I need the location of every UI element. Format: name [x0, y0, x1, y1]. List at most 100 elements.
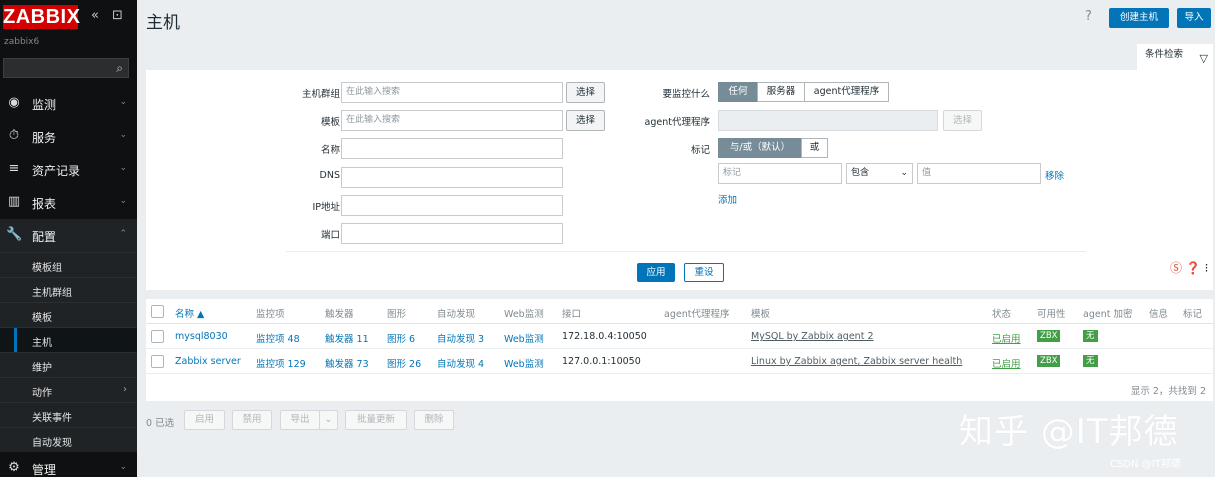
web-link[interactable]: Web监测: [504, 356, 544, 370]
kiosk-mode-icon[interactable]: ⊡: [112, 9, 123, 23]
import-button[interactable]: 导入: [1177, 8, 1211, 28]
tag-add-link[interactable]: 添加: [718, 192, 737, 206]
monitored-by-label: 要监控什么: [662, 89, 710, 100]
sub-item-label: 主机: [32, 338, 52, 349]
help-circle-icon[interactable]: ❓: [1186, 261, 1201, 275]
nav-inventory[interactable]: ≡ 资产记录 ⌄: [0, 153, 137, 186]
sub-item-templates[interactable]: 模板: [0, 302, 137, 327]
discovery-link[interactable]: 自动发现 3: [437, 331, 484, 345]
encryption-badge: 无: [1083, 330, 1098, 342]
status-link[interactable]: 已启用: [992, 356, 1021, 370]
sub-item-label: 自动发现: [32, 438, 72, 449]
select-all-checkbox[interactable]: [151, 305, 164, 318]
table-row: mysql8030 监控项 48 触发器 11 图形 6 自动发现 3 Web监…: [146, 324, 1213, 349]
sub-item-label: 动作: [32, 388, 52, 399]
col-proxy: agent代理程序: [664, 309, 730, 320]
wrench-icon: 🔧: [6, 227, 23, 242]
apply-button[interactable]: 应用: [637, 263, 675, 282]
sub-item-maintenance[interactable]: 维护: [0, 352, 137, 377]
sub-item-discovery[interactable]: 自动发现: [0, 427, 137, 452]
name-label: 名称: [320, 145, 340, 156]
col-web: Web监测: [504, 309, 544, 320]
web-link[interactable]: Web监测: [504, 331, 544, 345]
delete-button[interactable]: 删除: [414, 410, 454, 430]
host-groups-input[interactable]: 在此输入搜索: [341, 82, 563, 103]
col-name[interactable]: 名称 ▲: [175, 306, 204, 320]
templates-select-button[interactable]: 选择: [566, 110, 605, 131]
triggers-link[interactable]: 触发器 11: [325, 331, 369, 345]
export-dropdown-button[interactable]: ⌄: [319, 410, 338, 430]
monitored-by-proxy[interactable]: agent代理程序: [804, 82, 889, 102]
items-link[interactable]: 监控项 48: [256, 331, 300, 345]
sub-item-event-correlation[interactable]: 关联事件: [0, 402, 137, 427]
monitored-by-any[interactable]: 任何: [718, 82, 758, 102]
nav-reports[interactable]: ▥ 报表 ⌄: [0, 186, 137, 219]
row-checkbox[interactable]: [151, 330, 164, 343]
page-title: 主机: [146, 13, 180, 33]
chevron-down-icon: ⌄: [900, 168, 908, 178]
sub-item-label: 模板组: [32, 263, 62, 274]
enable-button[interactable]: 启用: [184, 410, 225, 430]
export-button[interactable]: 导出: [280, 410, 320, 430]
sidebar-search-input[interactable]: ⌕: [3, 58, 129, 78]
sub-item-template-groups[interactable]: 模板组: [0, 252, 137, 277]
search-icon[interactable]: ⌕: [116, 61, 123, 76]
zabbix-logo[interactable]: ZABBIX: [3, 5, 80, 29]
sub-item-hosts[interactable]: 主机: [0, 327, 137, 352]
sub-item-label: 维护: [32, 363, 52, 374]
port-input[interactable]: [341, 223, 563, 244]
monitored-by-server[interactable]: 服务器: [757, 82, 805, 102]
collapse-sidebar-icon[interactable]: «: [91, 9, 99, 23]
tag-operator-select[interactable]: 包含 ⌄: [846, 163, 913, 184]
tags-and-or[interactable]: 与/或（默认）: [718, 138, 802, 158]
row-checkbox[interactable]: [151, 355, 164, 368]
mass-update-button[interactable]: 批量更新: [345, 410, 407, 430]
col-items: 监控项: [256, 309, 285, 320]
main-nav: ◉ 监测 ⌄ ⏱ 服务 ⌄ ≡ 资产记录 ⌄ ▥ 报表 ⌄ 🔧 配置 ⌃ 模板组…: [0, 87, 137, 477]
col-status: 状态: [992, 309, 1012, 320]
more-icon[interactable]: ⁝: [1205, 261, 1209, 275]
name-input[interactable]: [341, 138, 563, 159]
dns-input[interactable]: [341, 167, 563, 188]
items-link[interactable]: 监控项 129: [256, 356, 306, 370]
ip-input[interactable]: [341, 195, 563, 216]
host-name-link[interactable]: mysql8030: [175, 331, 228, 342]
template-link[interactable]: Linux by Zabbix agent, Zabbix server hea…: [751, 356, 962, 367]
availability-badge: ZBX: [1037, 355, 1061, 367]
nav-label: 服务: [32, 131, 57, 145]
gear-icon: ⚙: [8, 460, 20, 475]
sub-item-label: 模板: [32, 313, 52, 324]
sub-item-actions[interactable]: 动作 ›: [0, 377, 137, 402]
status-link[interactable]: 已启用: [992, 331, 1021, 345]
chevron-down-icon: ⌄: [119, 196, 127, 206]
nav-monitoring[interactable]: ◉ 监测 ⌄: [0, 87, 137, 120]
proxy-select-button: 选择: [943, 110, 982, 131]
host-name-link[interactable]: Zabbix server: [175, 356, 241, 367]
triggers-link[interactable]: 触发器 73: [325, 356, 369, 370]
discovery-link[interactable]: 自动发现 4: [437, 356, 484, 370]
filter-tab[interactable]: 条件检索 ▽: [1137, 44, 1213, 70]
extension-s-icon[interactable]: Ⓢ: [1170, 261, 1182, 275]
nav-label: 配置: [32, 230, 57, 244]
graphs-link[interactable]: 图形 6: [387, 331, 415, 345]
tag-value-input[interactable]: 值: [917, 163, 1041, 184]
reset-button[interactable]: 重设: [684, 263, 724, 282]
create-host-button[interactable]: 创建主机: [1109, 8, 1169, 28]
sub-item-host-groups[interactable]: 主机群组: [0, 277, 137, 302]
col-availability: 可用性: [1037, 309, 1066, 320]
chevron-up-icon: ⌃: [119, 229, 127, 239]
disable-button[interactable]: 禁用: [232, 410, 272, 430]
help-icon[interactable]: ?: [1085, 9, 1092, 24]
nav-administration[interactable]: ⚙ 管理 ⌄: [0, 452, 137, 477]
tags-or[interactable]: 或: [801, 138, 828, 158]
port-label: 端口: [320, 230, 340, 241]
template-link[interactable]: MySQL by Zabbix agent 2: [751, 331, 874, 342]
chevron-down-icon: ⌄: [119, 163, 127, 173]
tag-name-input[interactable]: 标记: [718, 163, 842, 184]
tag-remove-link[interactable]: 移除: [1045, 168, 1064, 182]
graphs-link[interactable]: 图形 26: [387, 356, 421, 370]
host-groups-select-button[interactable]: 选择: [566, 82, 605, 103]
nav-configuration[interactable]: 🔧 配置 ⌃: [0, 219, 137, 252]
templates-input[interactable]: 在此输入搜索: [341, 110, 563, 131]
nav-services[interactable]: ⏱ 服务 ⌄: [0, 120, 137, 153]
